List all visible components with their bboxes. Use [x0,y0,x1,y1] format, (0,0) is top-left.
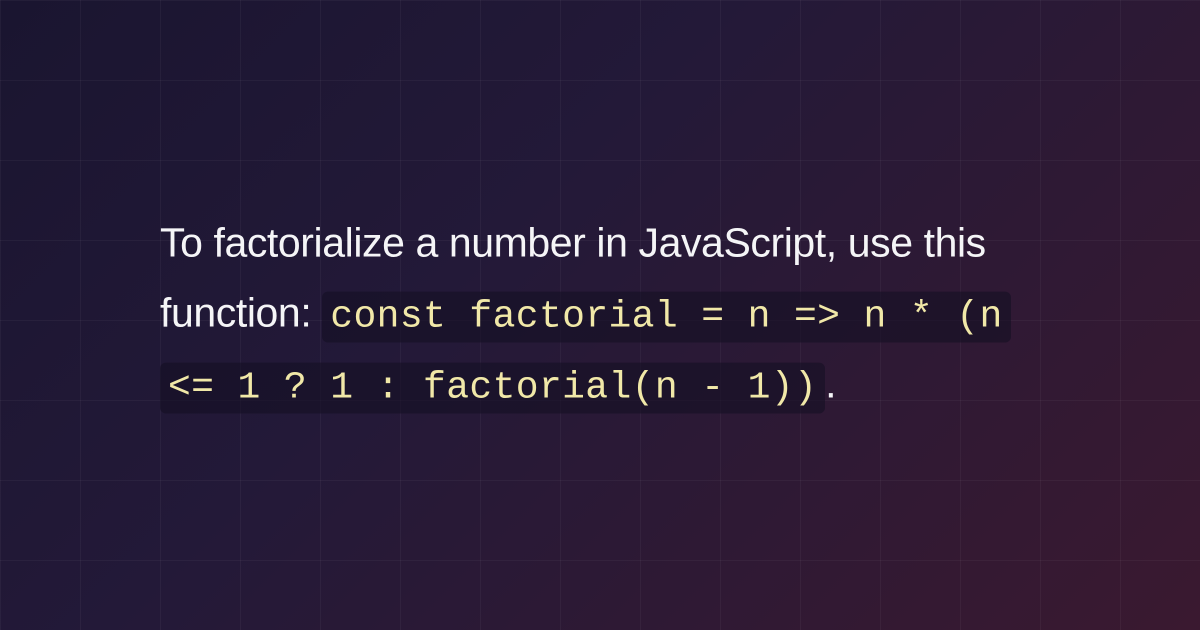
content-container: To factorialize a number in JavaScript, … [140,209,1060,422]
trailing-text: . [825,361,836,407]
paragraph: To factorialize a number in JavaScript, … [160,209,1040,422]
